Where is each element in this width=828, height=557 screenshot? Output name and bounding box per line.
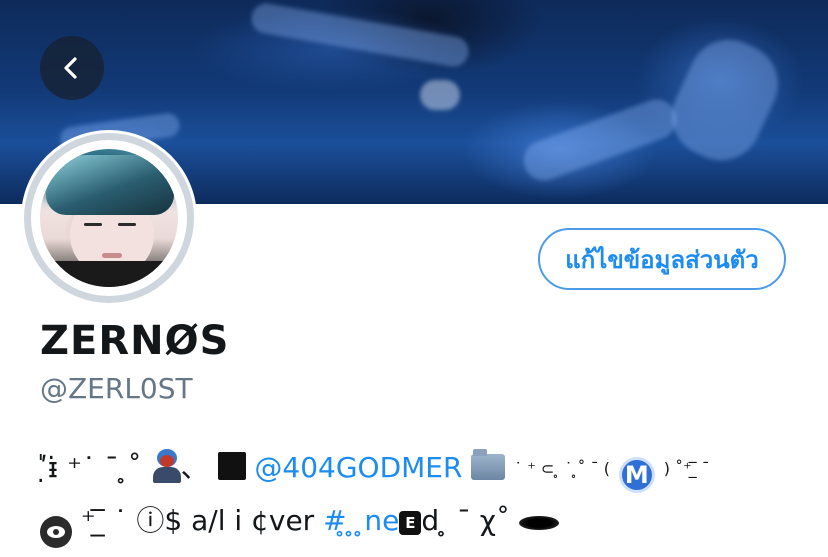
- back-button[interactable]: [40, 36, 104, 100]
- bio-text: [72, 504, 81, 537]
- bio-line-2: ⁺ ̲̅ ˙ ⓘ$ a/l i ¢ver #̥ ̥ ̥ne Ed ̥ ˉ χ˚: [40, 495, 800, 548]
- hole-icon: [518, 516, 559, 530]
- mention-link[interactable]: @404GODMER: [254, 451, 462, 484]
- bio-text: 、: [180, 451, 209, 484]
- profile-page: แก้ไขข้อมูลส่วนตัว ZERNØS @ZERL0ST ʹ̣̍ᵻ̇…: [0, 0, 828, 557]
- avatar-image: [40, 149, 178, 287]
- hashtag-symbol[interactable]: #: [323, 504, 346, 537]
- person-emoji-icon: [151, 449, 181, 483]
- bio-line-1: ʹ̣̍ᵻ̇ ⁺˙ ˉ ̥˚ 、 @404GODMER ˙ ⁺ ⊂ ̥ ˙ ̥˚ …: [40, 442, 800, 495]
- bio-text: ˙ ⁺ ⊂ ̥ ˙ ̥˚ ˉ (: [514, 459, 610, 478]
- bio-text: ) ˚⁺ ̲̅ ˉ: [663, 459, 710, 478]
- display-name: ZERNØS: [40, 318, 230, 364]
- bio-text: ʹ̣̍ᵻ̇ ⁺˙ ˉ ̥˚: [40, 451, 151, 484]
- hashtag-text[interactable]: ̥ ̥ ̥ne: [347, 504, 400, 537]
- bio-text: ⁺ ̲̅ ˙ ⓘ$ a/l i ¢ver: [80, 504, 324, 537]
- chevron-left-icon: [64, 57, 77, 79]
- m-badge-icon: M: [618, 457, 655, 493]
- edit-profile-button[interactable]: แก้ไขข้อมูลส่วนตัว: [538, 228, 786, 290]
- avatar[interactable]: [21, 130, 197, 306]
- e-box-icon: E: [399, 511, 422, 535]
- avatar-frame: [31, 140, 187, 296]
- avatar-ring: [24, 133, 194, 303]
- folder-icon: [471, 449, 506, 480]
- black-square-icon: [217, 452, 246, 480]
- eye-speech-icon: [40, 516, 72, 548]
- hashtag-link[interactable]: #̥ ̥ ̥ne: [323, 504, 399, 537]
- user-handle: @ZERL0ST: [40, 372, 193, 405]
- bio-text: d ̥ ˉ χ˚: [421, 504, 519, 537]
- profile-bio: ʹ̣̍ᵻ̇ ⁺˙ ˉ ̥˚ 、 @404GODMER ˙ ⁺ ⊂ ̥ ˙ ̥˚ …: [40, 442, 800, 548]
- bio-text: [462, 451, 471, 484]
